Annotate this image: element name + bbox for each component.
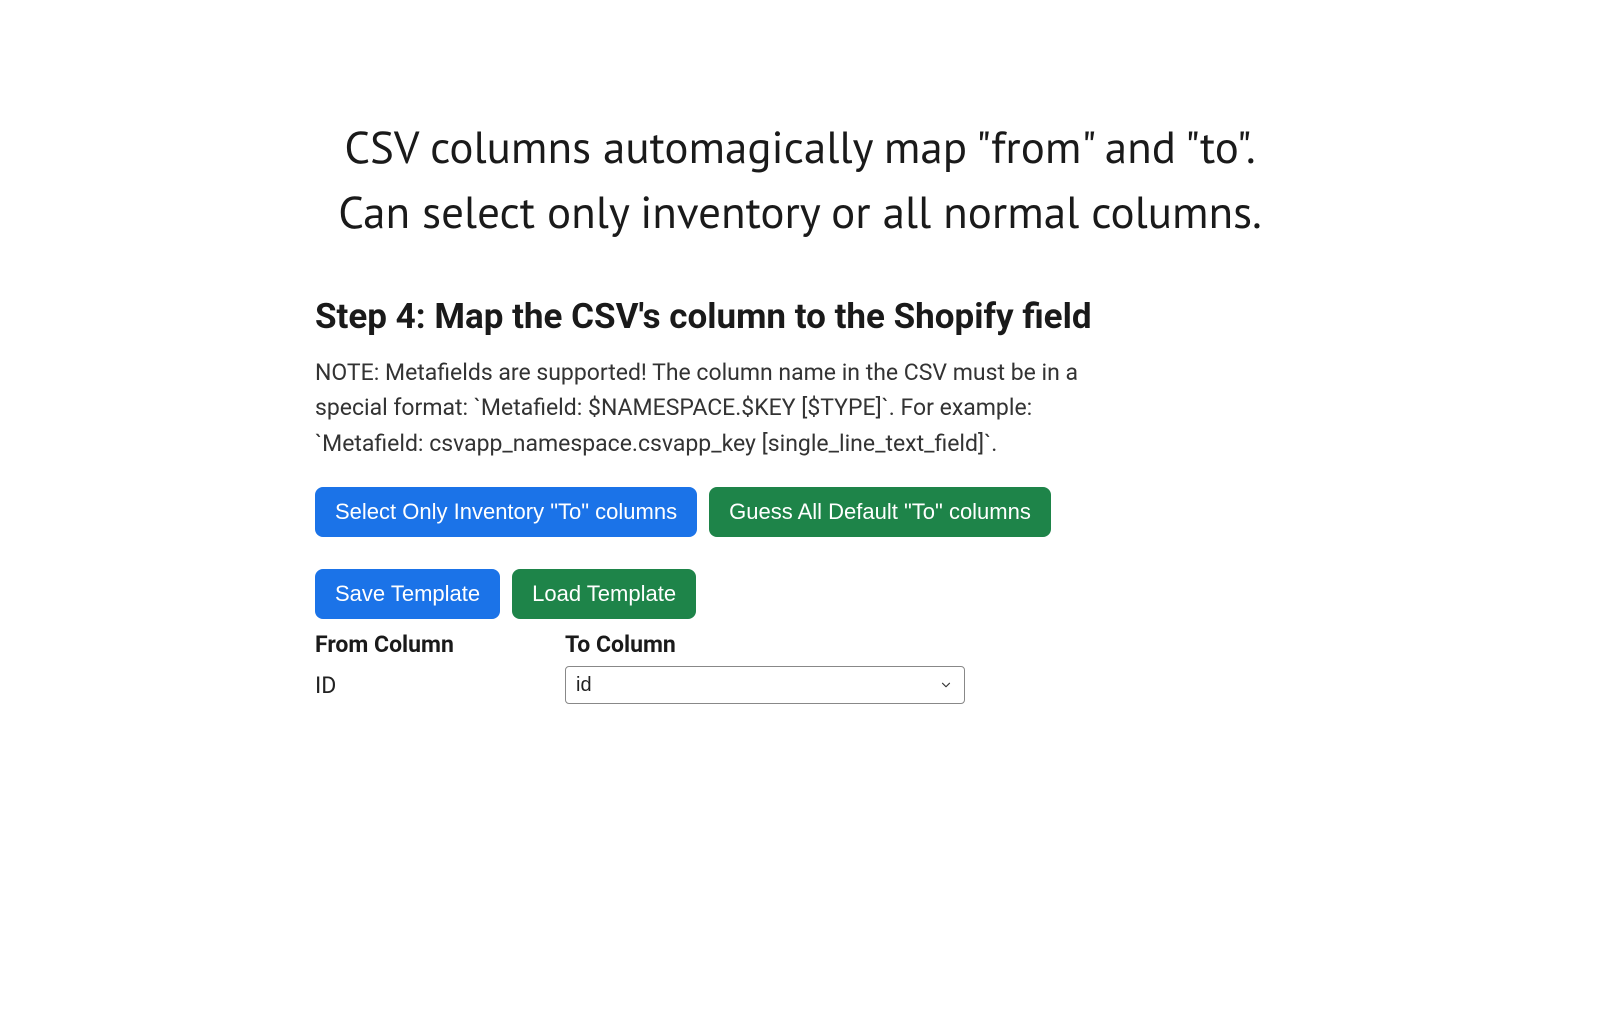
to-column-header: To Column (565, 631, 1285, 658)
column-header-row: From Column To Column (315, 631, 1285, 658)
mapping-action-row: Select Only Inventory "To" columns Guess… (315, 487, 1285, 537)
to-column-select[interactable]: id (565, 666, 965, 704)
caption-block: CSV columns automagically map "from" and… (0, 115, 1600, 246)
select-inventory-button[interactable]: Select Only Inventory "To" columns (315, 487, 697, 537)
save-template-button[interactable]: Save Template (315, 569, 500, 619)
load-template-button[interactable]: Load Template (512, 569, 696, 619)
from-column-header: From Column (315, 631, 565, 658)
caption-line-2: Can select only inventory or all normal … (0, 180, 1600, 245)
mapping-panel: Step 4: Map the CSV's column to the Shop… (315, 296, 1285, 705)
template-action-row: Save Template Load Template (315, 569, 1285, 619)
table-row: ID id (315, 666, 1285, 704)
step-title: Step 4: Map the CSV's column to the Shop… (315, 296, 1285, 337)
to-column-select-wrap: id (565, 666, 965, 704)
caption-line-1: CSV columns automagically map "from" and… (0, 115, 1600, 180)
from-column-value: ID (315, 672, 565, 699)
step-note: NOTE: Metafields are supported! The colu… (315, 355, 1135, 462)
guess-all-button[interactable]: Guess All Default "To" columns (709, 487, 1051, 537)
